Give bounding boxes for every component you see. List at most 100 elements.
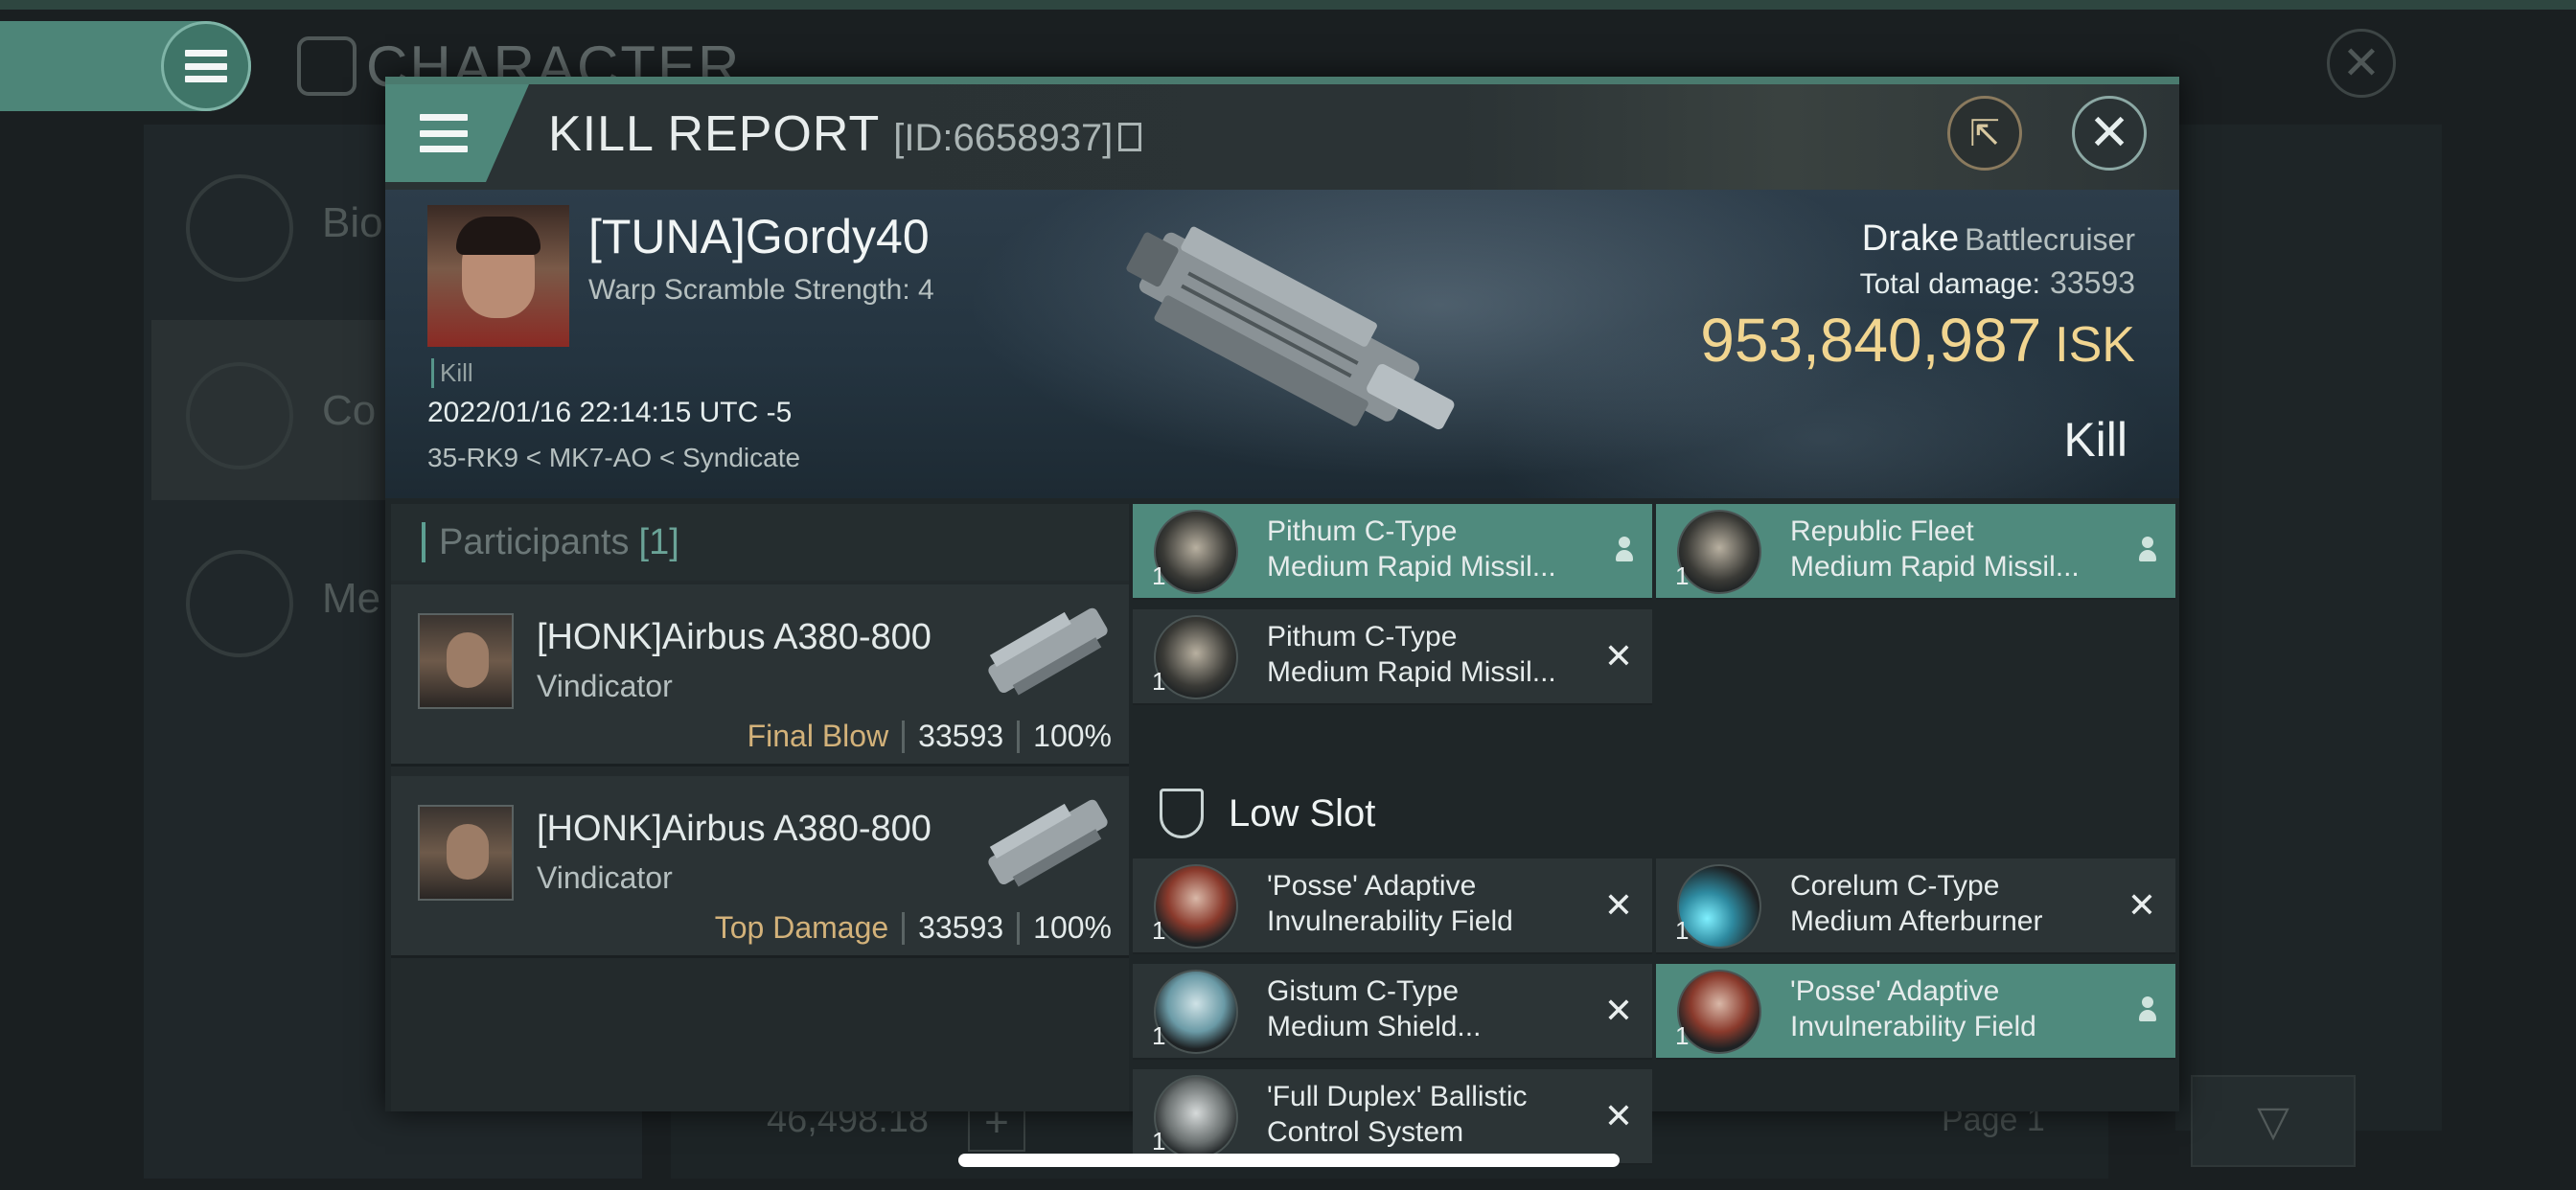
participants-count: [1]: [638, 521, 679, 562]
crossed-swords-icon: [186, 362, 293, 469]
isk-value: 953,840,987: [1700, 306, 2042, 375]
top-accent-line: [0, 0, 2576, 10]
participant-ship-image: [988, 799, 1108, 887]
low-slot-header: Low Slot: [1133, 774, 2179, 853]
ballistic-control-icon: [1154, 1075, 1238, 1159]
home-indicator[interactable]: [958, 1154, 1620, 1167]
filter-icon: ▽: [2257, 1097, 2289, 1145]
participant-percent: 100%: [1033, 719, 1112, 753]
destroyed-icon: ✕: [1603, 1096, 1633, 1135]
invulnerability-field-icon: [1154, 864, 1238, 949]
participant-percent: 100%: [1033, 910, 1112, 945]
module-item[interactable]: 1 Republic Fleet Medium Rapid Missil...: [1656, 504, 2175, 600]
dropped-icon: [2139, 996, 2156, 1021]
module-item[interactable]: 1 Pithum C-Type Medium Rapid Missil...: [1133, 504, 1652, 600]
module-name: Gistum C-Type Medium Shield...: [1267, 975, 1482, 1042]
dropped-icon: [2139, 537, 2156, 561]
destroyed-icon: ✕: [1603, 991, 1633, 1030]
participant-stats: Final Blow 33593 100%: [748, 719, 1112, 754]
module-quantity: 1: [1675, 561, 1690, 590]
module-name: 'Full Duplex' Ballistic Control System: [1267, 1081, 1528, 1148]
module-item[interactable]: 1 'Posse' Adaptive Invulnerability Field …: [1133, 858, 1652, 954]
participant-tag: Final Blow: [747, 719, 889, 753]
module-item[interactable]: 1 Gistum C-Type Medium Shield... ✕: [1133, 964, 1652, 1060]
victim-name[interactable]: [TUNA]Gordy40: [588, 209, 930, 264]
module-name: 'Posse' Adaptive Invulnerability Field: [1790, 975, 2036, 1042]
low-slot-icon: [1160, 789, 1204, 838]
participant-row[interactable]: [HONK]Airbus A380-800 Vindicator Top Dam…: [391, 776, 1129, 958]
character-icon: [297, 36, 356, 96]
participant-stats: Top Damage 33593 100%: [715, 910, 1112, 946]
module-item[interactable]: 1 Corelum C-Type Medium Afterburner ✕: [1656, 858, 2175, 954]
kill-id: [ID:6658937]: [893, 117, 1114, 159]
background-close-icon[interactable]: ✕: [2327, 29, 2396, 98]
module-name: Pithum C-Type Medium Rapid Missil...: [1267, 621, 1556, 688]
victim-avatar[interactable]: [427, 205, 569, 347]
hamburger-icon: [420, 114, 468, 152]
invulnerability-field-icon: [1677, 970, 1761, 1054]
participant-ship: Vindicator: [537, 669, 673, 703]
fitted-modules-panel: 1 Pithum C-Type Medium Rapid Missil... 1 …: [1133, 504, 2179, 1165]
participants-panel: Participants [1] [HONK]Airbus A380-800 V…: [391, 504, 1129, 1111]
kill-report-window: KILL REPORT [ID:6658937] ⇱ ✕ [TUNA]Gordy4…: [385, 77, 2179, 1165]
bio-icon: [186, 174, 293, 282]
ship-class: Battlecruiser: [1965, 222, 2135, 257]
kill-location[interactable]: 35-RK9 < MK7-AO < Syndicate: [427, 443, 800, 473]
module-name: Pithum C-Type Medium Rapid Missil...: [1267, 515, 1556, 583]
module-item[interactable]: 1 'Full Duplex' Ballistic Control System …: [1133, 1069, 1652, 1165]
window-title-text: KILL REPORT: [548, 106, 881, 162]
main-menu-button[interactable]: [0, 21, 251, 111]
ship-render[interactable]: [1094, 209, 1506, 468]
hamburger-icon: [161, 21, 251, 111]
copy-icon[interactable]: [1118, 123, 1142, 152]
missile-launcher-icon: [1154, 615, 1238, 699]
module-quantity: 1: [1152, 1021, 1166, 1050]
module-quantity: 1: [1152, 667, 1166, 696]
ship-name[interactable]: Drake: [1862, 218, 1959, 259]
kill-flag: Kill: [431, 358, 473, 388]
close-icon: ✕: [2088, 105, 2130, 161]
participant-ship: Vindicator: [537, 860, 673, 895]
participant-damage: 33593: [918, 910, 1004, 945]
afterburner-icon: [1677, 864, 1761, 949]
ship-summary: Drake Battlecruiser Total damage: 33593 95…: [1700, 218, 2135, 376]
isk-unit: ISK: [2055, 317, 2135, 373]
participants-header: Participants [1]: [391, 504, 1129, 581]
share-icon: ⇱: [1969, 113, 2000, 154]
victim-banner: [TUNA]Gordy40 Warp Scramble Strength: 4 …: [385, 190, 2179, 498]
missile-launcher-icon: [1677, 510, 1761, 594]
close-button[interactable]: ✕: [2072, 96, 2147, 171]
missile-launcher-icon: [1154, 510, 1238, 594]
module-quantity: 1: [1152, 916, 1166, 945]
window-top-accent: [385, 77, 2179, 84]
participant-name: [HONK]Airbus A380-800: [537, 617, 932, 657]
participant-ship-image: [988, 607, 1108, 696]
background-tab-label: Co: [322, 387, 377, 434]
module-quantity: 1: [1152, 1127, 1166, 1156]
participant-avatar[interactable]: [418, 613, 514, 709]
warp-scramble-strength: Warp Scramble Strength: 4: [588, 274, 934, 306]
destroyed-icon: ✕: [1603, 885, 1633, 925]
participant-row[interactable]: [HONK]Airbus A380-800 Vindicator Final B…: [391, 584, 1129, 767]
total-damage-label: Total damage:: [1859, 268, 2041, 300]
background-tab-label: Bio: [322, 199, 383, 246]
filter-button[interactable]: ▽: [2191, 1075, 2356, 1167]
participant-tag: Top Damage: [714, 910, 889, 945]
shield-module-icon: [1154, 970, 1238, 1054]
star-icon: [186, 550, 293, 657]
destroyed-icon: ✕: [1603, 636, 1633, 675]
kill-timestamp: 2022/01/16 22:14:15 UTC -5: [427, 397, 793, 428]
participant-name: [HONK]Airbus A380-800: [537, 809, 932, 849]
participants-label: Participants: [439, 521, 630, 562]
low-slot-label: Low Slot: [1229, 791, 1376, 835]
module-item[interactable]: 1 'Posse' Adaptive Invulnerability Field: [1656, 964, 2175, 1060]
participant-avatar[interactable]: [418, 805, 514, 901]
module-quantity: 1: [1675, 1021, 1690, 1050]
module-name: Corelum C-Type Medium Afterburner: [1790, 870, 2043, 937]
module-item[interactable]: 1 Pithum C-Type Medium Rapid Missil... ✕: [1133, 609, 1652, 705]
share-button[interactable]: ⇱: [1947, 96, 2022, 171]
module-quantity: 1: [1675, 916, 1690, 945]
background-right-panel: [2175, 125, 2442, 1131]
participant-damage: 33593: [918, 719, 1004, 753]
destroyed-icon: ✕: [2127, 885, 2156, 925]
